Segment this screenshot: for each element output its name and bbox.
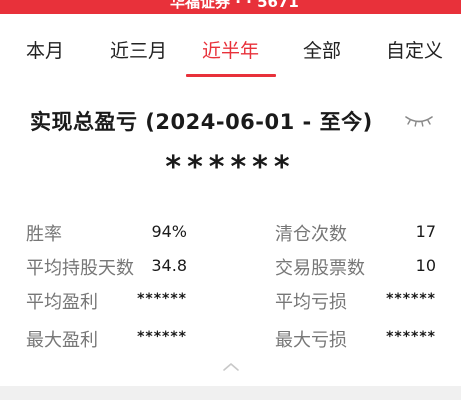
traded-stocks-label: 交易股票数 [275, 258, 365, 279]
profit-summary-card: 实现总盈亏 (2024-06-01 - 至今) ****** 胜率 94% 清仓… [0, 80, 461, 386]
chevron-up-icon[interactable] [222, 362, 240, 372]
avg-hold-days-label: 平均持股天数 [26, 258, 134, 279]
avg-profit-label: 平均盈利 [26, 292, 98, 313]
summary-title: 实现总盈亏 (2024-06-01 - 至今) [30, 110, 373, 134]
clear-count-label: 清仓次数 [275, 224, 347, 245]
tab-last-half-year[interactable]: 近半年 [202, 36, 259, 63]
avg-hold-days-value: 34.8 [151, 256, 187, 275]
bottom-divider [0, 386, 461, 400]
win-rate-value: 94% [151, 222, 187, 241]
avg-loss-label: 平均亏损 [275, 292, 347, 313]
tab-all[interactable]: 全部 [303, 36, 341, 63]
traded-stocks-value: 10 [415, 256, 436, 275]
win-rate-label: 胜率 [26, 224, 62, 245]
clear-count-value: 17 [415, 222, 436, 241]
account-header-text: 华福证券 · · 5671 [170, 0, 299, 11]
top-status-bar: 华福证券 · · 5671 [0, 0, 461, 14]
period-tabs: 本月 近三月 近半年 全部 自定义 [0, 14, 461, 80]
total-profit-masked: ****** [165, 150, 296, 185]
tab-this-month[interactable]: 本月 [26, 36, 64, 63]
avg-loss-value: ****** [386, 291, 436, 307]
max-loss-value: ****** [386, 329, 436, 345]
tab-last-three-months[interactable]: 近三月 [110, 36, 167, 63]
avg-profit-value: ****** [137, 291, 187, 307]
eye-closed-icon[interactable] [404, 114, 434, 128]
max-profit-label: 最大盈利 [26, 330, 98, 351]
max-profit-value: ****** [137, 329, 187, 345]
active-tab-indicator [186, 74, 276, 77]
tab-custom[interactable]: 自定义 [386, 36, 443, 63]
max-loss-label: 最大亏损 [275, 330, 347, 351]
